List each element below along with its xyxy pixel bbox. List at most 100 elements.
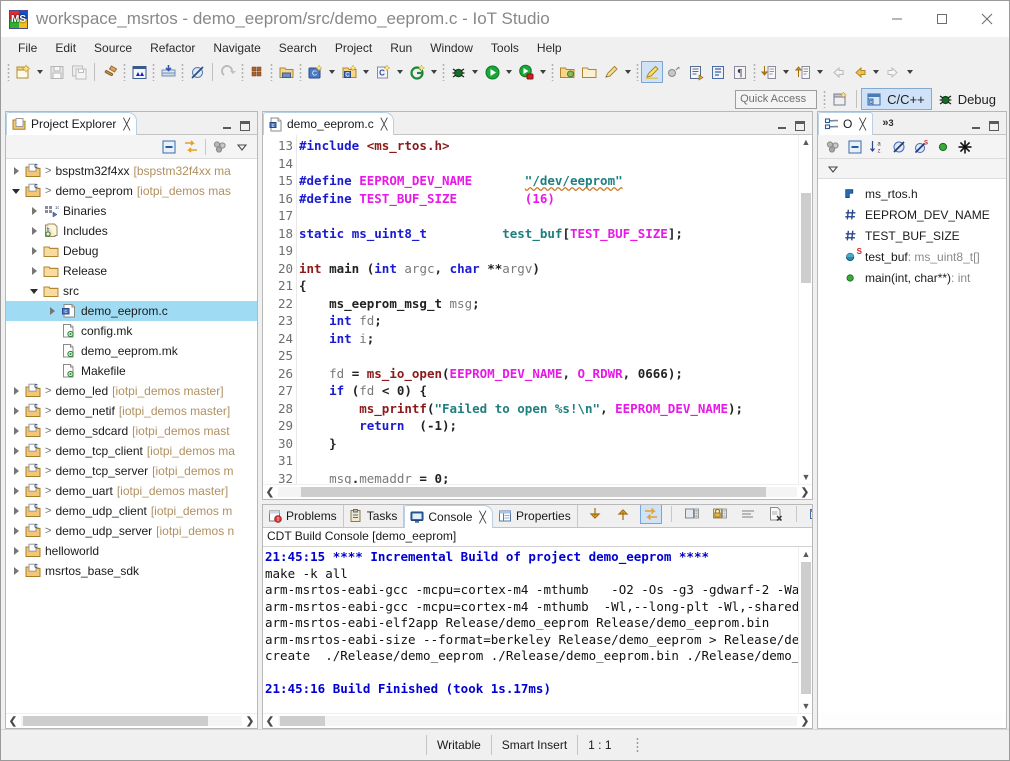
scroll-down-icon[interactable]: ▼	[799, 699, 812, 713]
tree-item-demo-netif[interactable]: C>demo_netif[iotpi_demos master]	[6, 401, 257, 421]
code-line[interactable]	[297, 207, 812, 225]
toolbar-drag-handle[interactable]	[181, 63, 184, 81]
pencil-icon[interactable]	[600, 61, 622, 83]
maximize-view-icon[interactable]	[239, 120, 251, 132]
tree-item-includes[interactable]: hIncludes	[6, 221, 257, 241]
explorer-hscrollbar[interactable]: ❮ ❯	[6, 713, 257, 728]
outline-item-ms-rtos-h[interactable]: ms_rtos.h	[818, 183, 1006, 204]
show-macros-icon[interactable]	[954, 137, 976, 157]
new-folder-icon[interactable]	[275, 61, 297, 83]
vscroll-thumb[interactable]	[801, 193, 811, 283]
tree-twisty-collapsed[interactable]	[8, 521, 24, 541]
tree-twisty-expanded[interactable]	[8, 181, 24, 201]
outline-menu-dots-icon[interactable]	[822, 137, 844, 157]
open-perspective-icon[interactable]	[828, 88, 852, 110]
clear-console-icon[interactable]	[681, 504, 703, 524]
toolbar-drag-handle[interactable]	[823, 90, 826, 108]
new-c-file-dropdown[interactable]	[360, 61, 372, 83]
new-c-file-icon[interactable]: C	[338, 61, 360, 83]
view-menu-dots-icon[interactable]	[209, 137, 231, 157]
console-output[interactable]: 21:45:15 **** Incremental Build of proje…	[263, 547, 812, 713]
menu-window[interactable]: Window	[421, 39, 482, 57]
code-editor[interactable]: 1314151617181920212223242526272829303132…	[263, 135, 812, 484]
tree-twisty-collapsed[interactable]	[8, 541, 24, 561]
tab-project-explorer[interactable]: Project Explorer ╳	[6, 112, 137, 135]
tab-outline[interactable]: O ╳	[818, 112, 873, 135]
outline-item-test-buf-size[interactable]: TEST_BUF_SIZE	[818, 225, 1006, 246]
tree-twisty-collapsed[interactable]	[8, 561, 24, 581]
tab-close-icon[interactable]: ╳	[381, 118, 388, 131]
tab-overflow-indicator[interactable]: »3	[873, 112, 903, 134]
hscroll-thumb[interactable]	[280, 716, 325, 726]
toolbar-drag-handle[interactable]	[442, 63, 445, 81]
code-line[interactable]: return (-1);	[297, 417, 812, 435]
minimize-editor-icon[interactable]	[776, 120, 788, 132]
pencil-dropdown[interactable]	[622, 61, 634, 83]
toggle-mark-occurrences-icon[interactable]	[663, 61, 685, 83]
toolbar-drag-handle[interactable]	[241, 63, 244, 81]
collapse-all-icon[interactable]	[158, 137, 180, 157]
tree-item-demo-sdcard[interactable]: C>demo_sdcard[iotpi_demos mast	[6, 421, 257, 441]
code-line[interactable]: static ms_uint8_t test_buf[TEST_BUF_SIZE…	[297, 225, 812, 243]
tree-item-demo-eeprom[interactable]: C>demo_eeprom[iotpi_demos mas	[6, 181, 257, 201]
code-line[interactable]	[297, 155, 812, 173]
new-class-dropdown[interactable]	[394, 61, 406, 83]
toolbar-drag-handle[interactable]	[123, 63, 126, 81]
tree-twisty-collapsed[interactable]	[8, 421, 24, 441]
collapse-all-outline-icon[interactable]	[844, 137, 866, 157]
tree-twisty-collapsed[interactable]	[26, 241, 42, 261]
code-line[interactable]	[297, 347, 812, 365]
open-type-icon[interactable]	[578, 61, 600, 83]
scroll-up-icon[interactable]: ▲	[799, 547, 812, 561]
new-target-dropdown[interactable]	[428, 61, 440, 83]
menu-help[interactable]: Help	[528, 39, 571, 57]
code-line[interactable]: {	[297, 277, 812, 295]
forward-history-dropdown[interactable]	[904, 61, 916, 83]
minimize-outline-icon[interactable]	[970, 120, 982, 132]
save-icon[interactable]	[46, 61, 68, 83]
tree-item-demo-led[interactable]: C>demo_led[iotpi_demos master]	[6, 381, 257, 401]
back-history-dropdown[interactable]	[870, 61, 882, 83]
code-line[interactable]: #include <ms_rtos.h>	[297, 137, 812, 155]
status-insert-mode[interactable]: Smart Insert	[491, 735, 577, 755]
outline-menu-chevron-icon[interactable]	[822, 159, 844, 179]
menu-file[interactable]: File	[9, 39, 46, 57]
highlight-marker-icon[interactable]	[641, 61, 663, 83]
vscroll-thumb[interactable]	[801, 562, 811, 694]
code-line[interactable]: fd = ms_io_open(EEPROM_DEV_NAME, O_RDWR,…	[297, 365, 812, 383]
tab-properties[interactable]: Properties	[493, 505, 578, 527]
toolbar-drag-handle[interactable]	[152, 63, 155, 81]
toolbar-drag-handle[interactable]	[7, 63, 10, 81]
console-output-area[interactable]: 21:45:15 **** Incremental Build of proje…	[263, 547, 812, 713]
tree-twisty-collapsed[interactable]	[8, 441, 24, 461]
outline-tree[interactable]: ms_rtos.h EEPROM_DEV_NAME TEST_BUF_SIZE …	[818, 179, 1006, 713]
source-code[interactable]: #include <ms_rtos.h>#define EEPROM_DEV_N…	[297, 135, 812, 484]
tree-twisty-collapsed[interactable]	[8, 481, 24, 501]
code-line[interactable]: int main (int argc, char **argv)	[297, 260, 812, 278]
minimize-button[interactable]	[874, 1, 919, 37]
scroll-down-icon[interactable]: ▼	[799, 470, 812, 484]
menu-search[interactable]: Search	[270, 39, 326, 57]
toolbar-drag-handle[interactable]	[551, 63, 554, 81]
pin-console-icon[interactable]	[806, 504, 813, 524]
run-dropdown[interactable]	[503, 61, 515, 83]
tree-item-src[interactable]: src	[6, 281, 257, 301]
editor-vscrollbar[interactable]: ▲ ▼	[798, 135, 812, 484]
new-class-icon[interactable]: C	[372, 61, 394, 83]
tab-close-icon[interactable]: ╳	[859, 118, 866, 131]
skip-breakpoints-icon[interactable]	[186, 61, 208, 83]
view-menu-chevron-icon[interactable]	[231, 137, 253, 157]
tree-item-binaries[interactable]: 10 Binaries	[6, 201, 257, 221]
hide-nonpublic-icon[interactable]	[932, 137, 954, 157]
tree-item-msrtos-base-sdk[interactable]: Cmsrtos_base_sdk	[6, 561, 257, 581]
code-line[interactable]: ms_printf("Failed to open %s!\n", EEPROM…	[297, 400, 812, 418]
minimize-view-icon[interactable]	[221, 120, 233, 132]
back-history-icon[interactable]	[848, 61, 870, 83]
maximize-button[interactable]	[919, 1, 964, 37]
tree-twisty-collapsed[interactable]	[26, 201, 42, 221]
scroll-up-console-icon[interactable]	[612, 504, 634, 524]
menu-tools[interactable]: Tools	[482, 39, 528, 57]
show-whitespace-icon[interactable]	[707, 61, 729, 83]
scroll-right-icon[interactable]: ❯	[243, 714, 257, 728]
pilcrow-icon[interactable]: ¶	[729, 61, 751, 83]
